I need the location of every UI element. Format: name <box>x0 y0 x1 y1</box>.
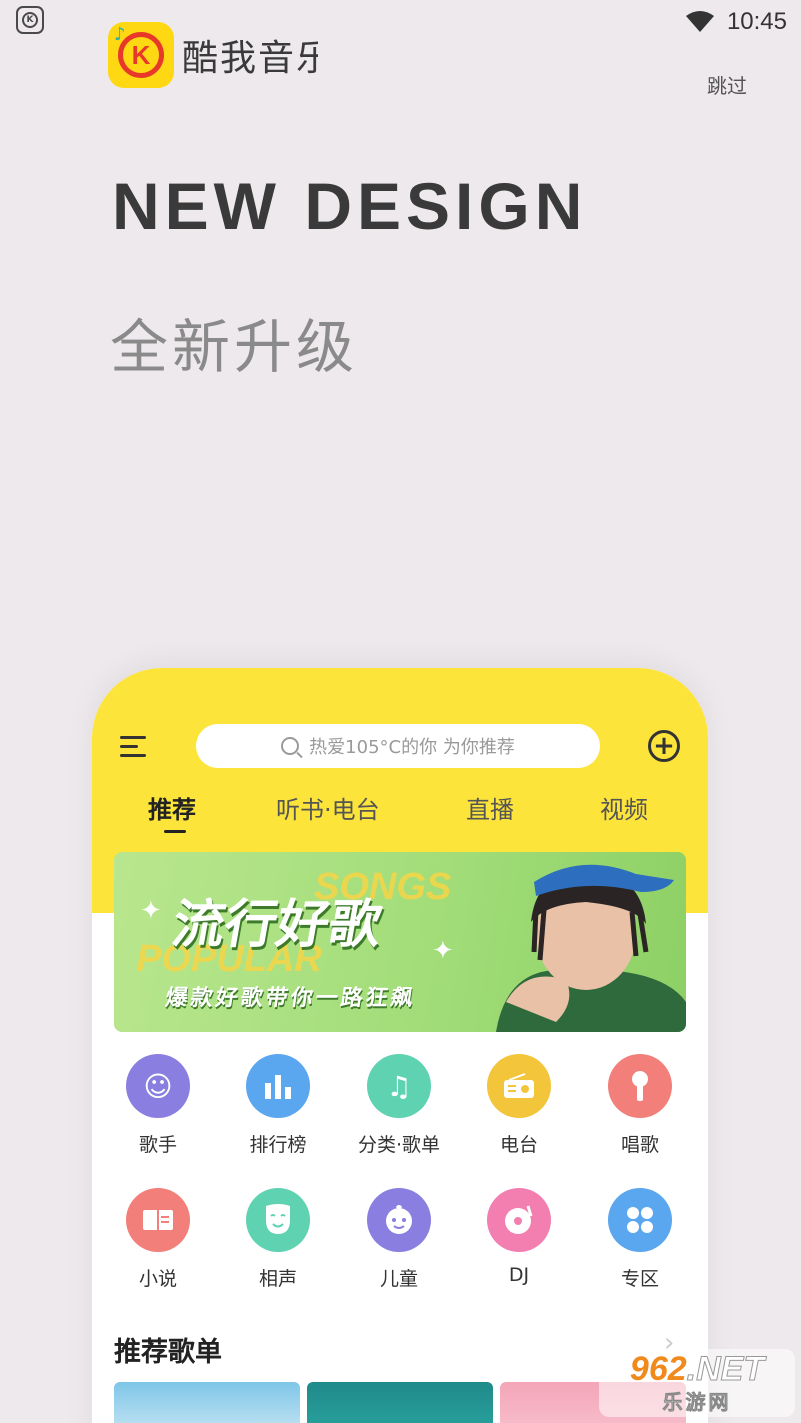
headline: NEW DESIGN <box>112 169 588 243</box>
grid-item-label: 儿童 <box>379 1268 418 1290</box>
child-icon <box>367 1188 431 1252</box>
grid-item-label: 小说 <box>138 1268 177 1290</box>
site-watermark: 962.NET 乐游网 <box>599 1349 795 1417</box>
grid-item-radio[interactable]: 电台 <box>464 1054 574 1157</box>
app-k-icon: K <box>22 12 38 28</box>
grid-item-dj[interactable]: DJ <box>464 1188 574 1286</box>
book-icon <box>126 1188 190 1252</box>
grid-item-label: 专区 <box>620 1268 659 1290</box>
sparkle-icon: ✦ <box>140 896 162 926</box>
notification-app-icon: K <box>16 6 44 34</box>
status-bar-right: 10:45 <box>685 8 787 36</box>
status-time: 10:45 <box>726 8 787 35</box>
banner-tagline: 爆款好歌带你一路狂飙 <box>163 986 418 1011</box>
grid-icon <box>608 1188 672 1252</box>
menu-icon[interactable] <box>120 736 146 758</box>
logo-text: 酷我音乐 <box>182 38 318 79</box>
chart-icon <box>246 1054 310 1118</box>
section-title: 推荐歌单 <box>114 1337 222 1368</box>
grid-item-label: 唱歌 <box>620 1134 659 1156</box>
grid-item-zone[interactable]: 专区 <box>585 1188 695 1291</box>
grid-item-singer[interactable]: ☺ 歌手 <box>103 1054 213 1157</box>
grid-item-label: 电台 <box>499 1134 538 1156</box>
grid-item-label: 分类·歌单 <box>357 1134 441 1156</box>
tab-audiobook-radio[interactable]: 听书·电台 <box>276 790 380 825</box>
tab-live[interactable]: 直播 <box>466 790 514 825</box>
active-tab-indicator <box>164 830 186 833</box>
grid-item-chart[interactable]: 排行榜 <box>223 1054 333 1157</box>
grid-item-label: 歌手 <box>138 1134 177 1156</box>
grid-item-karaoke[interactable]: 唱歌 <box>585 1054 695 1157</box>
promo-banner[interactable]: SONGS POPULAR ✦ ✦ 流行好歌 爆款好歌带你一路狂飙 <box>114 852 686 1032</box>
vinyl-icon <box>487 1188 551 1252</box>
grid-item-crosstalk[interactable]: 相声 <box>223 1188 333 1291</box>
radio-icon <box>487 1054 551 1118</box>
search-icon <box>281 737 300 755</box>
category-icon: ♫ <box>367 1054 431 1118</box>
singer-icon: ☺ <box>126 1054 190 1118</box>
watermark-text: 乐游网 <box>662 1389 732 1414</box>
mask-icon <box>246 1188 310 1252</box>
grid-item-label: DJ <box>508 1264 530 1286</box>
watermark-logo: 962.NET <box>629 1349 765 1388</box>
add-icon[interactable]: + <box>648 730 680 762</box>
grid-item-kids[interactable]: 儿童 <box>344 1188 454 1291</box>
grid-item-category[interactable]: ♫ 分类·歌单 <box>344 1054 454 1157</box>
kuwo-logo-icon: ♪ K <box>108 22 174 88</box>
music-note-icon: ♪ <box>114 24 126 45</box>
tab-recommend[interactable]: 推荐 <box>148 790 196 825</box>
playlist-thumbnail[interactable] <box>114 1382 300 1423</box>
grid-item-novel[interactable]: 小说 <box>103 1188 213 1291</box>
tab-video[interactable]: 视频 <box>600 790 648 825</box>
grid-item-label: 排行榜 <box>249 1134 307 1156</box>
artist-photo <box>496 864 686 1032</box>
banner-title: 流行好歌 <box>167 895 387 955</box>
playlist-thumbnail[interactable] <box>307 1382 493 1423</box>
tab-bar: 推荐 听书·电台 直播 视频 <box>92 790 708 840</box>
search-input[interactable]: 热爱105°C的你 为你推荐 <box>196 724 600 768</box>
microphone-icon <box>608 1054 672 1118</box>
phone-mockup: 热爱105°C的你 为你推荐 + 推荐 听书·电台 直播 视频 SONGS PO… <box>92 668 708 1423</box>
app-logo: ♪ K 酷我音乐 <box>108 22 318 88</box>
wifi-icon <box>685 11 714 32</box>
grid-item-label: 相声 <box>258 1268 297 1290</box>
subheadline: 全新升级 <box>110 313 359 381</box>
skip-button[interactable]: 跳过 <box>707 70 747 99</box>
search-placeholder: 热爱105°C的你 为你推荐 <box>309 737 515 758</box>
